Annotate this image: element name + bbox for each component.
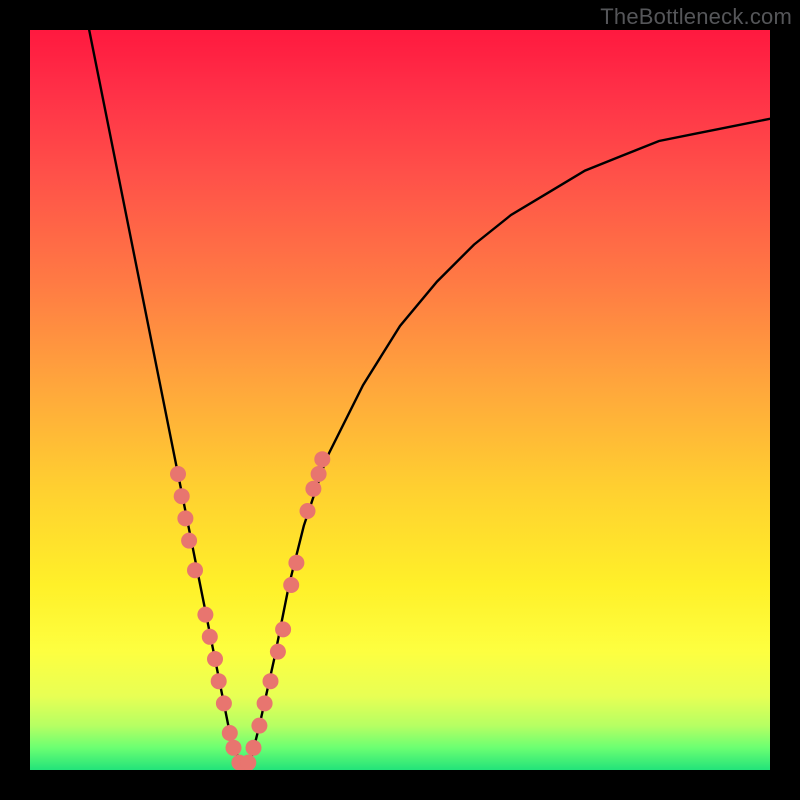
data-marker bbox=[222, 725, 238, 741]
data-marker bbox=[257, 695, 273, 711]
data-marker bbox=[202, 629, 218, 645]
data-marker bbox=[197, 607, 213, 623]
data-marker bbox=[300, 503, 316, 519]
data-marker bbox=[311, 466, 327, 482]
data-marker bbox=[181, 533, 197, 549]
right-curve bbox=[245, 119, 770, 770]
data-marker bbox=[240, 755, 256, 770]
markers-left bbox=[170, 466, 253, 770]
watermark-text: TheBottleneck.com bbox=[600, 4, 792, 30]
data-marker bbox=[288, 555, 304, 571]
data-marker bbox=[305, 481, 321, 497]
data-marker bbox=[314, 451, 330, 467]
data-marker bbox=[187, 562, 203, 578]
chart-overlay bbox=[30, 30, 770, 770]
data-marker bbox=[211, 673, 227, 689]
data-marker bbox=[170, 466, 186, 482]
markers-right bbox=[240, 451, 330, 770]
data-marker bbox=[246, 740, 262, 756]
chart-stage: TheBottleneck.com bbox=[0, 0, 800, 800]
data-marker bbox=[263, 673, 279, 689]
data-marker bbox=[275, 621, 291, 637]
data-marker bbox=[226, 740, 242, 756]
data-marker bbox=[177, 510, 193, 526]
plot-area bbox=[30, 30, 770, 770]
data-marker bbox=[270, 644, 286, 660]
data-marker bbox=[251, 718, 267, 734]
data-marker bbox=[283, 577, 299, 593]
data-marker bbox=[174, 488, 190, 504]
data-marker bbox=[207, 651, 223, 667]
data-marker bbox=[216, 695, 232, 711]
